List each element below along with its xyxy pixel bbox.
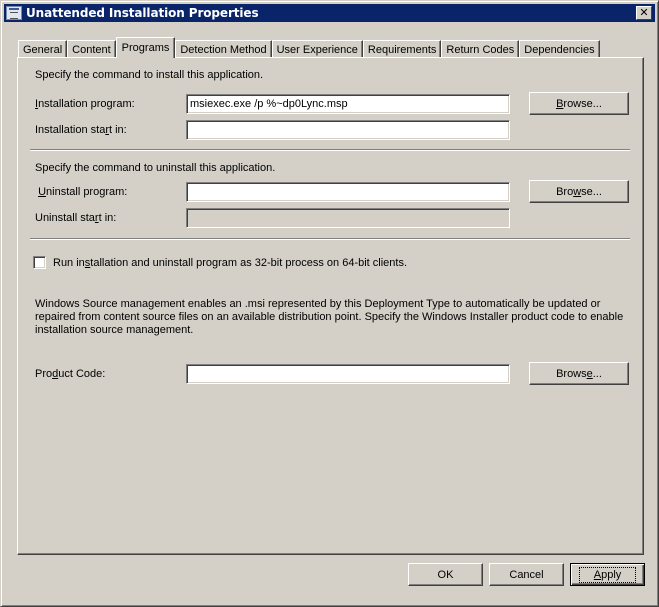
- label-text: tallation and uninstall program as 32-bi…: [90, 257, 408, 269]
- section-divider: [30, 149, 630, 151]
- label-text: Installation sta: [35, 124, 106, 136]
- uninstall-program-input[interactable]: [186, 182, 510, 202]
- label-text: t in:: [109, 124, 127, 136]
- label-text: Uninstall sta: [35, 212, 95, 224]
- button-text: pply: [601, 568, 622, 581]
- section-divider: [30, 238, 630, 240]
- access-key: A: [593, 568, 602, 581]
- tab-programs[interactable]: Programs: [115, 37, 176, 58]
- uninstall-start-in-label: Uninstall start in:: [35, 212, 116, 224]
- close-button[interactable]: ✕: [636, 6, 652, 20]
- uninstall-section-heading: Specify the command to uninstall this ap…: [35, 162, 276, 174]
- button-text: rowse...: [563, 97, 602, 110]
- label-text: ninstall program:: [46, 186, 128, 198]
- run-32bit-label[interactable]: Run installation and uninstall program a…: [53, 257, 407, 269]
- label-text: uct Code:: [58, 368, 106, 380]
- properties-window-icon: [6, 6, 22, 20]
- product-code-label: Product Code:: [35, 368, 105, 380]
- access-key: U: [38, 186, 47, 198]
- install-browse-button[interactable]: Browse...: [529, 92, 629, 115]
- uninstall-program-label: Uninstall program:: [35, 186, 127, 198]
- properties-dialog: Unattended Installation Properties ✕ Gen…: [0, 0, 659, 607]
- button-text: Brows: [556, 367, 587, 380]
- install-section-heading: Specify the command to install this appl…: [35, 69, 264, 81]
- installation-program-input[interactable]: msiexec.exe /p %~dp0Lync.msp: [186, 94, 510, 114]
- source-management-description: Windows Source management enables an .ms…: [35, 298, 624, 336]
- cancel-button[interactable]: Cancel: [489, 563, 564, 586]
- button-text: ...: [592, 367, 602, 380]
- label-text: nstallation program:: [38, 98, 135, 110]
- ok-button[interactable]: OK: [408, 563, 483, 586]
- installation-program-label: Installation program:: [35, 98, 135, 110]
- label-text: t in:: [98, 212, 117, 224]
- label-text: Pro: [35, 368, 53, 380]
- access-key: w: [573, 185, 582, 198]
- installation-start-in-label: Installation start in:: [35, 124, 127, 136]
- window-title: Unattended Installation Properties: [26, 6, 259, 20]
- installation-start-in-input[interactable]: [186, 120, 510, 140]
- title-bar: Unattended Installation Properties ✕: [4, 4, 655, 22]
- run-32bit-checkbox[interactable]: [33, 256, 46, 269]
- product-code-browse-button[interactable]: Brows e...: [529, 362, 629, 385]
- tab-dependencies[interactable]: Dependencies: [519, 40, 600, 58]
- tab-return-codes[interactable]: Return Codes: [441, 40, 520, 58]
- tab-content[interactable]: Content: [67, 40, 116, 58]
- tab-requirements[interactable]: Requirements: [362, 40, 442, 58]
- tab-general[interactable]: General: [18, 40, 68, 58]
- uninstall-start-in-input: [186, 208, 510, 228]
- tab-strip: General Content Programs Detection Metho…: [18, 37, 600, 58]
- label-text: Run in: [53, 257, 85, 269]
- product-code-input[interactable]: [186, 364, 510, 384]
- close-icon: ✕: [639, 6, 649, 19]
- button-text: se...: [581, 185, 602, 198]
- access-key: B: [556, 97, 564, 110]
- tab-detection-method[interactable]: Detection Method: [175, 40, 272, 58]
- apply-button[interactable]: Apply: [570, 563, 645, 586]
- button-text: Bro: [556, 185, 574, 198]
- uninstall-browse-button[interactable]: Bro w se...: [529, 180, 629, 203]
- programs-tab-panel: Specify the command to install this appl…: [17, 57, 644, 555]
- focus-rectangle: Apply: [578, 566, 637, 583]
- tab-user-experience[interactable]: User Experience: [271, 40, 363, 58]
